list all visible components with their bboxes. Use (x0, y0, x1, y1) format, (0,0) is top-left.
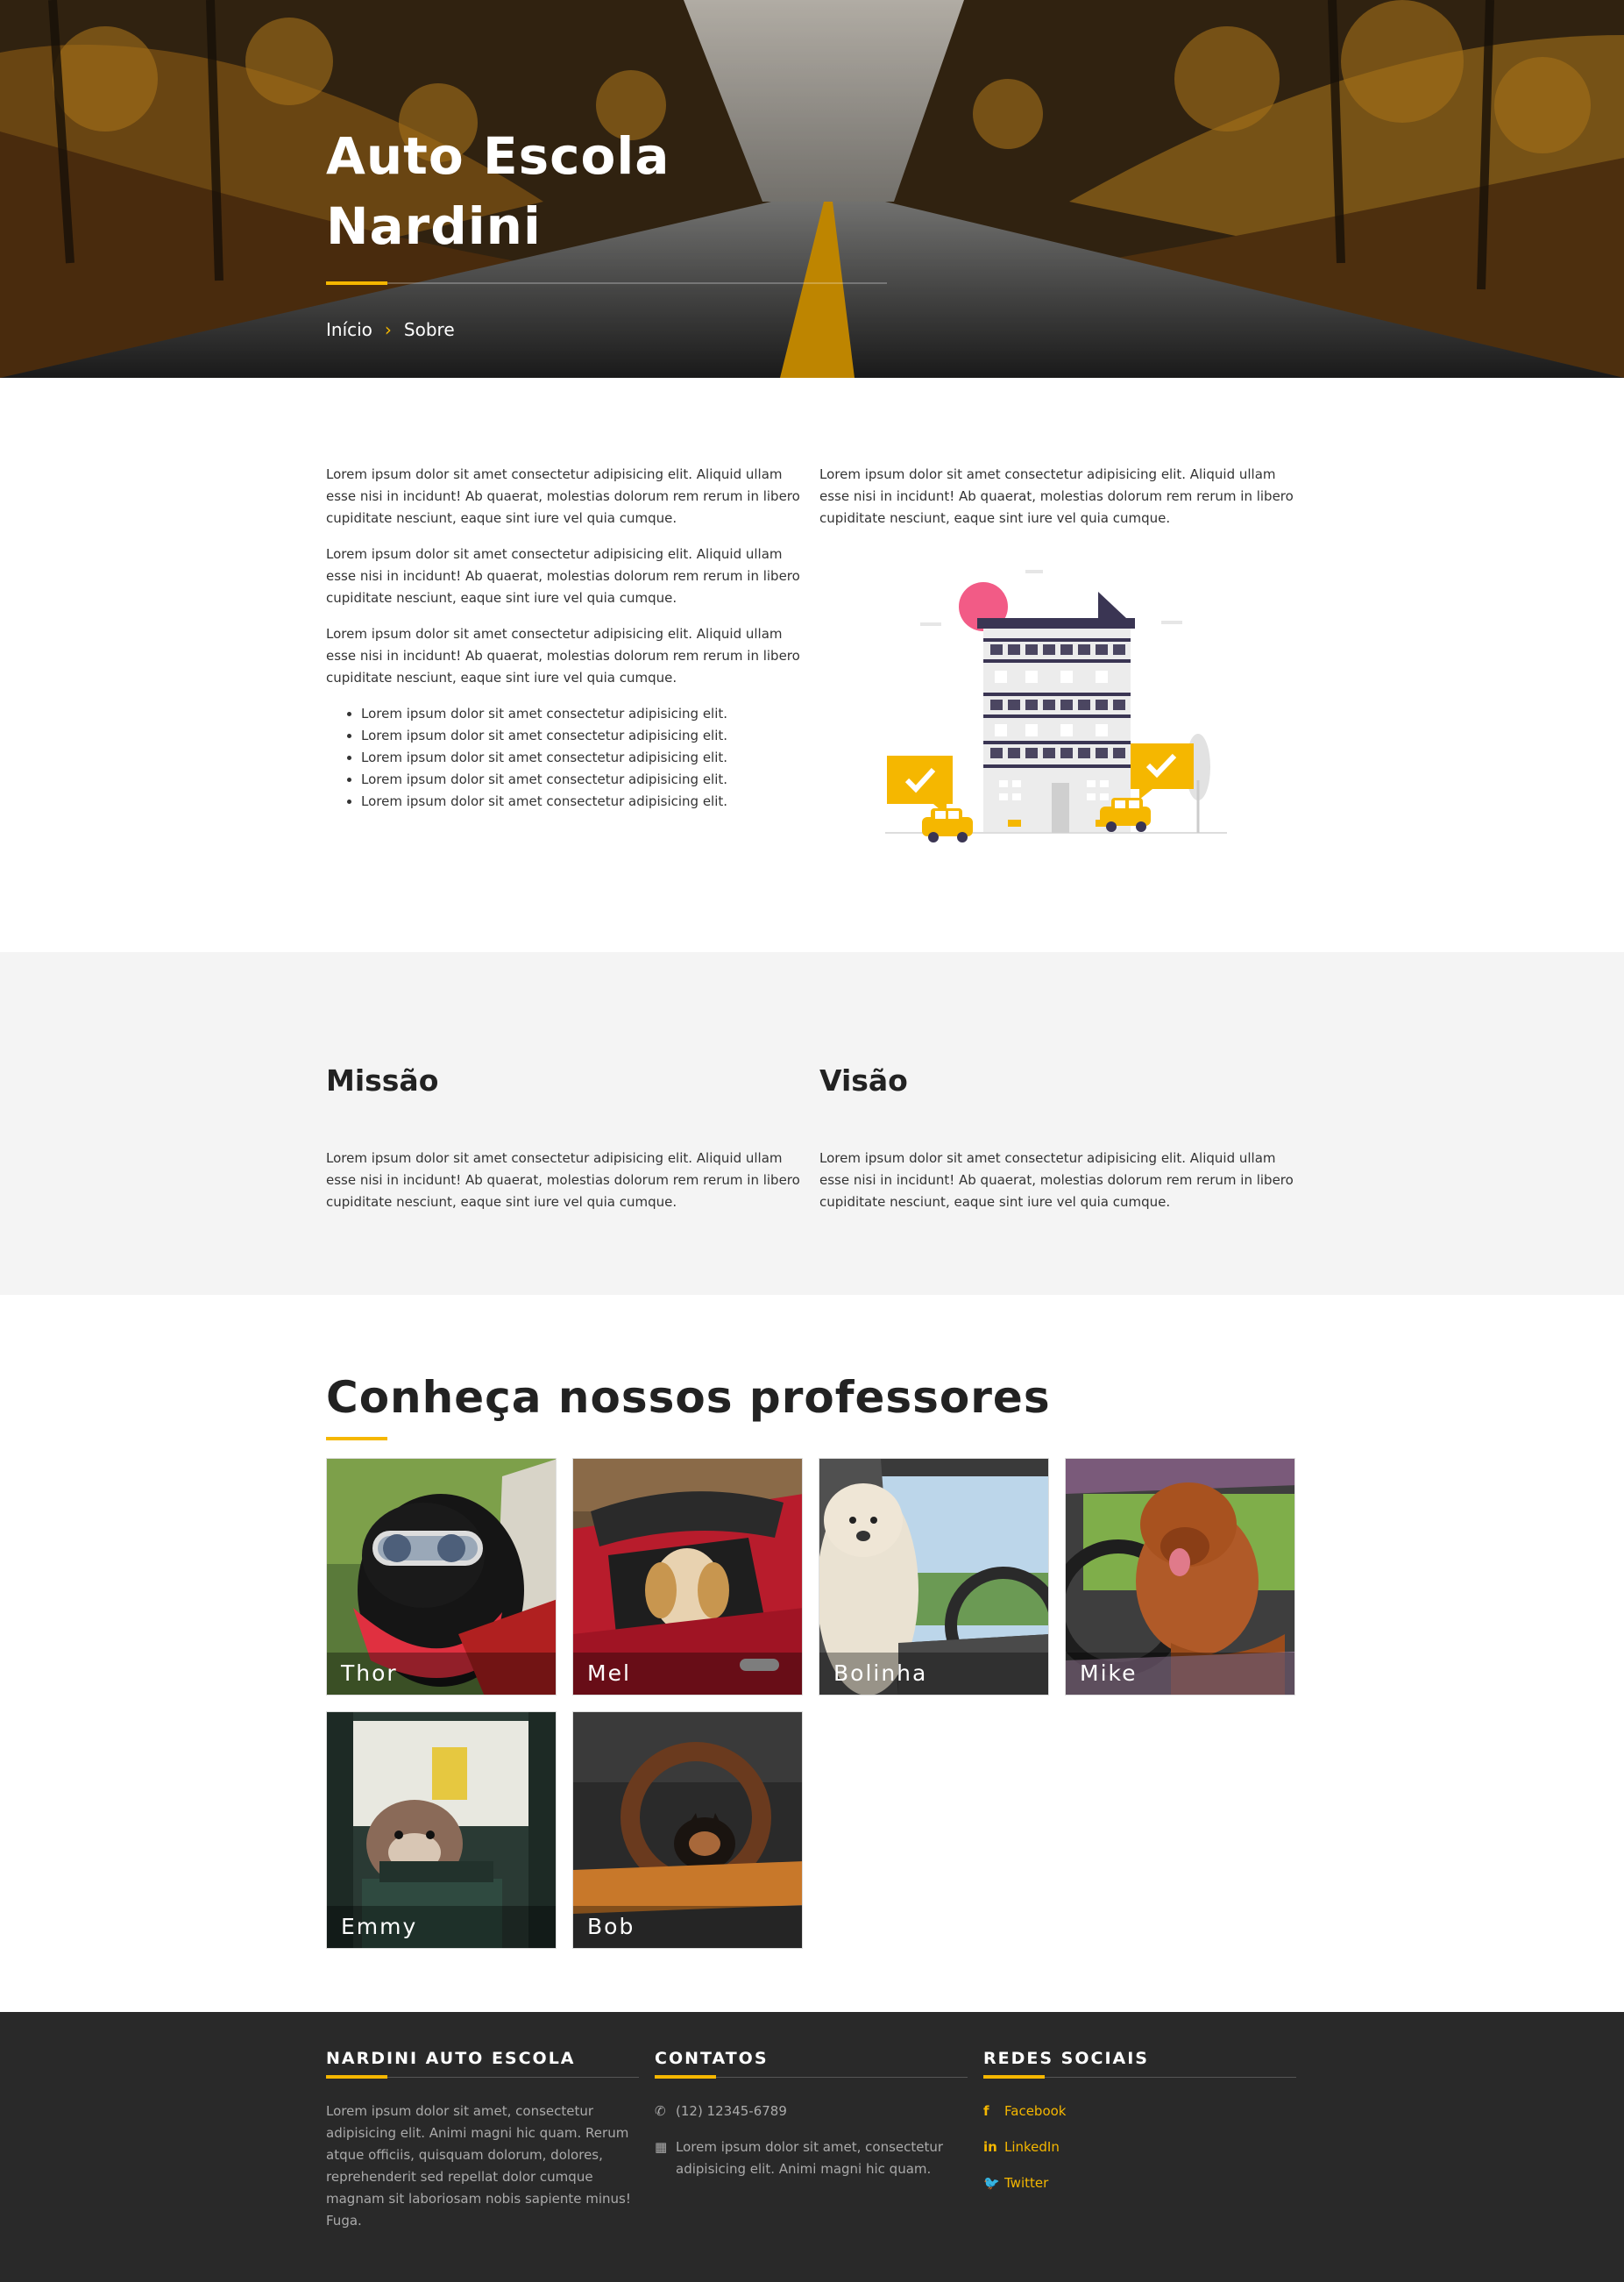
accent-bar (326, 281, 387, 285)
teacher-card[interactable]: Thor (326, 1458, 557, 1696)
teachers-title: Conheça nossos professores (326, 1372, 1051, 1423)
vision-column: Visão Lorem ipsum dolor sit amet consect… (819, 1063, 1297, 1227)
accent-bar (983, 2075, 1045, 2079)
accent-bar (326, 1437, 387, 1440)
about-list: Lorem ipsum dolor sit amet consectetur a… (326, 703, 804, 813)
teacher-card[interactable]: Emmy (326, 1711, 557, 1949)
teacher-name: Emmy (327, 1906, 556, 1948)
about-paragraph: Lorem ipsum dolor sit amet consectetur a… (819, 466, 1294, 526)
mission-title: Missão (326, 1063, 439, 1098)
about-left-column: Lorem ipsum dolor sit amet consectetur a… (326, 464, 804, 863)
teacher-name: Bob (573, 1906, 802, 1948)
list-item: Lorem ipsum dolor sit amet consectetur a… (361, 791, 804, 813)
list-item: Lorem ipsum dolor sit amet consectetur a… (361, 725, 804, 747)
footer-contacts-title: CONTATOS (655, 2049, 769, 2068)
teacher-name: Mike (1066, 1653, 1294, 1695)
address-text: Lorem ipsum dolor sit amet, consectetur … (676, 2139, 944, 2177)
building-icon: ▦ (655, 2139, 668, 2155)
footer-contacts-column: CONTATOS ✆ (12) 12345-6789 ▦ Lorem ipsum… (655, 2047, 968, 2232)
hero-content: Auto Escola Nardini Início › Sobre (326, 121, 887, 340)
teacher-name: Mel (573, 1653, 802, 1695)
twitter-icon: 🐦 (983, 2175, 1000, 2191)
page-title: Auto Escola Nardini (326, 126, 670, 256)
teacher-card[interactable]: Mel (572, 1458, 803, 1696)
hero-banner: Auto Escola Nardini Início › Sobre (0, 0, 1624, 378)
list-item: Lorem ipsum dolor sit amet consectetur a… (361, 703, 804, 725)
mission-vision-section: Missão Lorem ipsum dolor sit amet consec… (0, 952, 1624, 1295)
chevron-right-icon: › (384, 319, 392, 340)
about-paragraph: Lorem ipsum dolor sit amet consectetur a… (326, 626, 800, 686)
contact-address: ▦ Lorem ipsum dolor sit amet, consectetu… (655, 2136, 968, 2180)
breadcrumb-home-link[interactable]: Início (326, 319, 372, 340)
footer-divider (326, 2075, 639, 2079)
linkedin-icon: in (983, 2139, 997, 2155)
teachers-section: Conheça nossos professores Thor Mel Boli… (0, 1295, 1624, 2012)
list-item: Lorem ipsum dolor sit amet consectetur a… (361, 769, 804, 791)
title-divider (326, 281, 887, 285)
contact-phone: ✆ (12) 12345-6789 (655, 2101, 968, 2122)
facebook-icon: f (983, 2103, 989, 2119)
teacher-card[interactable]: Bolinha (819, 1458, 1049, 1696)
list-item: Lorem ipsum dolor sit amet consectetur a… (361, 747, 804, 769)
teacher-name: Thor (327, 1653, 556, 1695)
twitter-link[interactable]: 🐦 Twitter (983, 2172, 1296, 2194)
footer-social-title: REDES SOCIAIS (983, 2049, 1149, 2068)
accent-bar (655, 2075, 716, 2079)
teacher-name: Bolinha (819, 1653, 1048, 1695)
building-illustration (885, 570, 1227, 842)
footer-divider (983, 2075, 1296, 2079)
breadcrumb-current: Sobre (403, 319, 455, 340)
footer-about-title: NARDINI AUTO ESCOLA (326, 2049, 576, 2068)
phone-number: (12) 12345-6789 (676, 2103, 787, 2119)
teacher-card[interactable]: Mike (1065, 1458, 1295, 1696)
about-paragraph: Lorem ipsum dolor sit amet consectetur a… (326, 546, 800, 606)
footer-about-text: Lorem ipsum dolor sit amet, consectetur … (326, 2103, 631, 2229)
about-right-column: Lorem ipsum dolor sit amet consectetur a… (819, 464, 1297, 863)
about-section: Lorem ipsum dolor sit amet consectetur a… (0, 378, 1624, 952)
about-paragraph: Lorem ipsum dolor sit amet consectetur a… (326, 466, 800, 526)
accent-bar (326, 2075, 387, 2079)
linkedin-link[interactable]: in LinkedIn (983, 2136, 1296, 2158)
footer-about-column: NARDINI AUTO ESCOLA Lorem ipsum dolor si… (326, 2047, 639, 2232)
footer: NARDINI AUTO ESCOLA Lorem ipsum dolor si… (0, 2012, 1624, 2282)
mission-column: Missão Lorem ipsum dolor sit amet consec… (326, 1063, 804, 1227)
twitter-label: Twitter (1004, 2175, 1049, 2191)
linkedin-label: LinkedIn (1004, 2139, 1060, 2155)
breadcrumb: Início › Sobre (326, 319, 887, 340)
vision-title: Visão (819, 1063, 908, 1098)
mission-text: Lorem ipsum dolor sit amet consectetur a… (326, 1150, 800, 1210)
footer-social-column: REDES SOCIAIS f Facebook in LinkedIn 🐦 T… (983, 2047, 1296, 2232)
footer-divider (655, 2075, 968, 2079)
teachers-grid: Thor Mel Bolinha Mike Emmy Bob (326, 1458, 1297, 1949)
teacher-card[interactable]: Bob (572, 1711, 803, 1949)
facebook-link[interactable]: f Facebook (983, 2101, 1296, 2122)
vision-text: Lorem ipsum dolor sit amet consectetur a… (819, 1150, 1294, 1210)
facebook-label: Facebook (1004, 2103, 1067, 2119)
phone-icon: ✆ (655, 2103, 666, 2119)
